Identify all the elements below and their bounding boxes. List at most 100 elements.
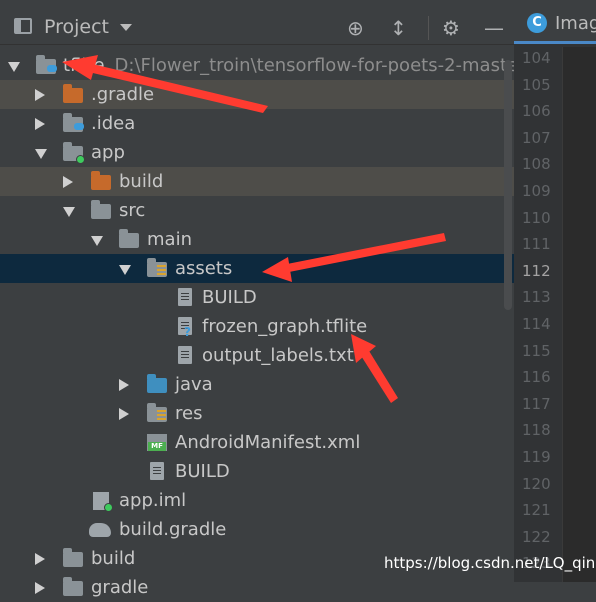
tree-item-label: app.iml — [119, 490, 187, 511]
tree-row-output-labels[interactable]: output_labels.txt — [0, 341, 514, 370]
tree-item-label: build — [91, 548, 136, 569]
collapse-arrow-icon[interactable] — [35, 553, 45, 565]
excluded-folder-icon — [63, 84, 83, 103]
line-number: 113 — [522, 288, 551, 307]
watermark: https://blog.csdn.net/LQ_qing — [384, 554, 596, 572]
resources-folder-icon — [147, 403, 167, 422]
text-file-icon — [175, 346, 195, 364]
minimize-icon[interactable]: — — [484, 16, 504, 40]
line-number: 114 — [522, 315, 551, 333]
tree-row-app-build[interactable]: build — [0, 167, 514, 196]
folder-icon — [91, 200, 111, 219]
chevron-down-icon[interactable] — [120, 24, 132, 31]
tree-item-label: output_labels.txt — [202, 345, 354, 366]
unknown-file-icon: ? — [175, 317, 195, 339]
tree-row-assets[interactable]: assets — [0, 254, 514, 283]
tree-row-app[interactable]: app — [0, 138, 514, 167]
line-number: 110 — [522, 208, 551, 227]
tree-row-app-iml[interactable]: app.iml — [0, 486, 514, 515]
class-icon: C — [527, 13, 547, 33]
excluded-folder-icon — [91, 171, 111, 190]
expand-arrow-icon[interactable] — [8, 62, 20, 72]
editor-tab-label: Imag — [555, 13, 596, 34]
collapse-arrow-icon[interactable] — [119, 379, 129, 391]
line-number: 104 — [522, 49, 551, 67]
iml-file-icon — [91, 492, 113, 512]
gear-icon[interactable]: ⚙ — [442, 16, 460, 40]
gradle-icon — [89, 521, 111, 538]
tree-row-manifest[interactable]: MF AndroidManifest.xml — [0, 428, 514, 457]
expand-arrow-icon[interactable] — [35, 149, 47, 159]
root-path: D:\Flower_troin\tensorflow-for-poets-2-m… — [114, 55, 519, 76]
module-folder-icon — [63, 142, 85, 164]
tree-item-label: build — [119, 171, 164, 192]
tree-row-gradle-partial[interactable]: gradle — [0, 573, 514, 602]
editor-panel: C Imag 104 105 106 107 108 109 110 111 112 113 114… — [514, 0, 596, 582]
expand-arrow-icon[interactable] — [91, 236, 103, 246]
line-number: 120 — [522, 474, 551, 493]
tree-item-label: gradle — [91, 577, 149, 598]
tree-item-label: build.gradle — [119, 519, 227, 540]
collapse-arrow-icon[interactable] — [35, 118, 45, 130]
line-number-gutter: 104 105 106 107 108 109 110 111 112 113 114 115 116 1… — [514, 47, 562, 582]
project-tree: tflite D:\Flower_troin\tensorflow-for-poe… — [0, 49, 518, 598]
line-number: 117 — [522, 394, 551, 413]
expand-arrow-icon[interactable] — [119, 265, 131, 275]
source-folder-icon — [147, 374, 167, 393]
tree-item-label: BUILD — [202, 287, 257, 308]
locate-icon[interactable]: ⊕ — [347, 16, 364, 40]
collapse-arrow-icon[interactable] — [35, 89, 45, 101]
collapse-arrow-icon[interactable] — [119, 408, 129, 420]
tree-item-label: AndroidManifest.xml — [175, 432, 361, 453]
resources-folder-icon — [147, 258, 167, 277]
idea-folder-icon — [63, 113, 84, 132]
tree-row-java[interactable]: java — [0, 370, 514, 399]
line-number: 121 — [522, 501, 551, 520]
line-number: 108 — [522, 155, 551, 174]
tree-item-label: src — [119, 200, 146, 221]
expand-arrow-icon[interactable] — [63, 207, 75, 217]
tree-item-label: .idea — [91, 113, 136, 134]
manifest-file-icon: MF — [147, 434, 167, 451]
tree-row-res[interactable]: res — [0, 399, 514, 428]
project-toolbar: Project ⊕ ↕ ⚙ — — [0, 0, 514, 45]
code-area[interactable] — [562, 47, 596, 582]
tree-row-main-build[interactable]: BUILD — [0, 457, 514, 486]
tree-item-label: main — [147, 229, 192, 250]
line-number: 115 — [522, 341, 551, 360]
tree-row-gradle-dir[interactable]: .gradle — [0, 80, 514, 109]
line-number: 119 — [522, 448, 551, 466]
line-number: 106 — [522, 102, 551, 121]
collapse-arrow-icon[interactable] — [35, 582, 45, 594]
tree-row-src[interactable]: src — [0, 196, 514, 225]
tree-scrollbar[interactable] — [504, 60, 512, 310]
tree-row-frozen-graph[interactable]: ? frozen_graph.tflite — [0, 312, 514, 341]
folder-icon — [119, 229, 139, 248]
module-folder-icon — [36, 55, 57, 74]
tree-row-assets-build[interactable]: BUILD — [0, 283, 514, 312]
project-view-title[interactable]: Project — [44, 16, 109, 38]
tree-item-label: res — [175, 403, 203, 424]
line-number: 105 — [522, 75, 551, 94]
tree-item-label: java — [175, 374, 213, 395]
view-icon[interactable] — [14, 18, 32, 34]
line-number: 118 — [522, 421, 551, 440]
tree-item-label: assets — [175, 258, 233, 279]
line-number: 122 — [522, 527, 551, 546]
collapse-icon[interactable]: ↕ — [390, 16, 407, 40]
text-file-icon — [175, 288, 195, 306]
tree-row-build-gradle[interactable]: build.gradle — [0, 515, 514, 544]
line-number: 107 — [522, 128, 551, 147]
line-number: 116 — [522, 368, 551, 387]
tree-item-label: app — [91, 142, 125, 163]
folder-icon — [63, 548, 83, 567]
tree-row-root[interactable]: tflite D:\Flower_troin\tensorflow-for-poe… — [0, 51, 518, 80]
tree-item-label: .gradle — [91, 84, 155, 105]
line-number: 111 — [522, 235, 551, 254]
tree-row-main[interactable]: main — [0, 225, 514, 254]
editor-tab[interactable]: C Imag — [514, 0, 596, 44]
tree-row-idea[interactable]: .idea — [0, 109, 514, 138]
tree-item-label: frozen_graph.tflite — [202, 316, 368, 337]
collapse-arrow-icon[interactable] — [63, 176, 73, 188]
root-label: tflite — [63, 55, 105, 76]
